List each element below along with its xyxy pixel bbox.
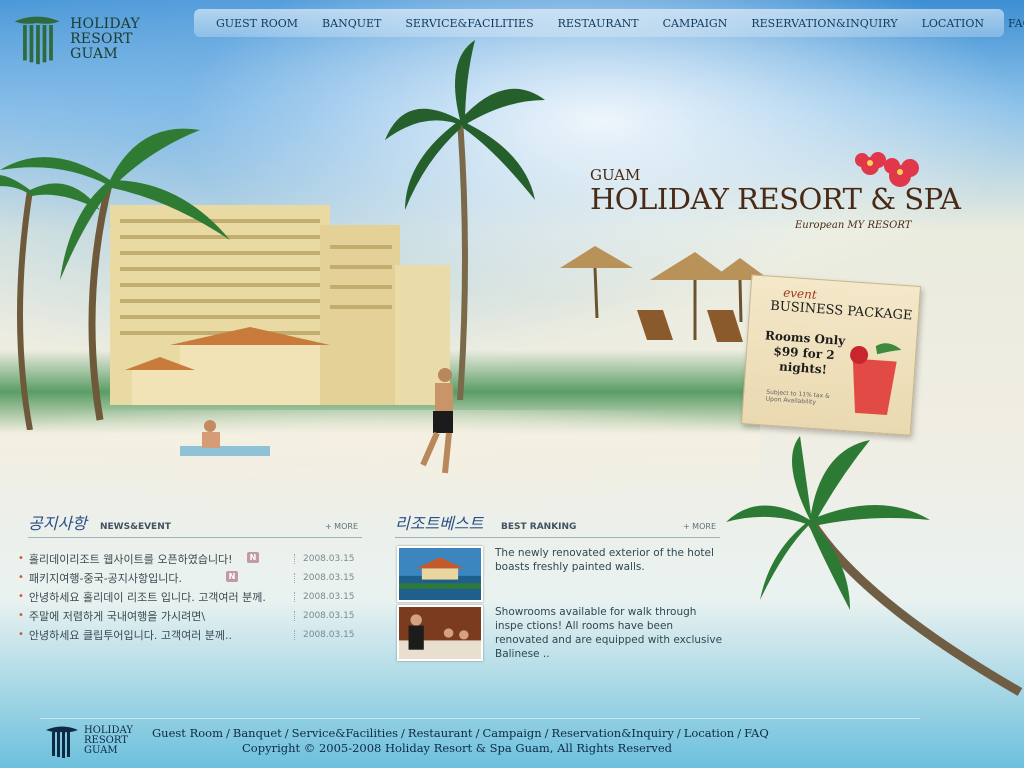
news-item[interactable]: • 패키지여행-중국-공지사항입니다. N 2008.03.15: [18, 568, 363, 587]
news-section-header: 공지사항 NEWS&EVENT + MORE: [28, 514, 362, 538]
footer-logo[interactable]: HOLIDAY RESORT GUAM: [44, 722, 134, 760]
news-item[interactable]: • 안녕하세요 홀리데이 리조트 입니다. 고객여러 분께.. 2008.03.…: [18, 587, 363, 606]
footer-separator: /: [475, 726, 480, 740]
news-title[interactable]: 안녕하세요 홀리데이 리조트 입니다. 고객여러 분께..: [29, 589, 267, 605]
brand-logo[interactable]: HOLIDAY RESORT GUAM: [10, 10, 140, 68]
ranking-item[interactable]: The newly renovated exterior of the hote…: [397, 546, 722, 602]
news-date: 2008.03.15: [294, 553, 355, 564]
logo-line-2: RESORT: [70, 30, 133, 47]
bullet-icon: •: [18, 610, 24, 621]
resort-logo-icon: [46, 726, 78, 758]
nav-campaign[interactable]: CAMPAIGN: [651, 17, 740, 30]
resort-subtitle: European MY RESORT: [795, 220, 912, 231]
business-package-promo[interactable]: event BUSINESS PACKAGE Rooms Only $99 fo…: [740, 274, 922, 436]
news-date: 2008.03.15: [294, 610, 355, 621]
ranking-more-link[interactable]: + MORE: [683, 522, 716, 531]
footer-separator: /: [284, 726, 289, 740]
ranking-text[interactable]: Showrooms available for walk through ins…: [495, 605, 725, 661]
jogger-image: [420, 368, 453, 474]
footer-link-banquet[interactable]: Banquet: [233, 726, 282, 740]
hotel-exterior-thumbnail[interactable]: [397, 546, 483, 602]
footer-link-faq[interactable]: FAQ: [744, 726, 769, 740]
ranking-heading-korean: 리조트베스트: [395, 514, 484, 533]
footer-divider: [40, 718, 920, 719]
news-date: 2008.03.15: [294, 572, 355, 583]
bullet-icon: •: [18, 553, 24, 564]
news-heading-korean: 공지사항: [28, 514, 87, 533]
nav-faq[interactable]: FAQ: [996, 17, 1024, 30]
new-badge: N: [226, 571, 238, 582]
footer-separator: /: [226, 726, 230, 740]
logo-line-1: HOLIDAY: [70, 15, 140, 32]
ranking-text[interactable]: The newly renovated exterior of the hote…: [495, 546, 725, 574]
bullet-icon: •: [18, 591, 24, 602]
ranking-heading: BEST RANKING: [501, 522, 577, 532]
ranking-section-header: 리조트베스트 BEST RANKING + MORE: [395, 514, 720, 538]
palm-tree-right-image: [726, 436, 1023, 696]
news-title[interactable]: 홀리데이리조트 웹사이트를 오픈하였습니다!: [29, 551, 267, 567]
news-item[interactable]: • 홀리데이리조트 웹사이트를 오픈하였습니다! N 2008.03.15: [18, 549, 363, 568]
footer-separator: /: [737, 726, 742, 740]
news-date: 2008.03.15: [294, 629, 355, 640]
nav-banquet[interactable]: BANQUET: [310, 17, 393, 30]
logo-line-3: GUAM: [70, 45, 118, 62]
footer-link-guest-room[interactable]: Guest Room: [152, 726, 223, 740]
cocktail-drink-icon: [850, 343, 902, 416]
palm-tree-left-image: [0, 128, 230, 430]
sunbather-image: [180, 420, 270, 456]
footer-link-restaurant[interactable]: Restaurant: [408, 726, 473, 740]
main-navigation: GUEST ROOM BANQUET SERVICE&FACILITIES RE…: [194, 9, 1024, 37]
news-title[interactable]: 주말에 저렴하게 국내여행을 가시려면\: [29, 608, 267, 624]
new-badge: N: [247, 552, 259, 563]
footer-link-service-facilities[interactable]: Service&Facilities: [292, 726, 398, 740]
showroom-dining-thumbnail[interactable]: [397, 605, 483, 661]
promo-fine-print: Subject to 11% tax & Upon Availability: [765, 388, 831, 407]
nav-restaurant[interactable]: RESTAURANT: [546, 17, 651, 30]
nav-location[interactable]: LOCATION: [910, 17, 996, 30]
hibiscus-flower-icon: [855, 152, 919, 187]
news-heading: NEWS&EVENT: [100, 522, 171, 532]
promo-offer-text: Rooms Only $99 for 2 nights!: [764, 328, 846, 377]
footer-link-location[interactable]: Location: [684, 726, 735, 740]
footer-separator: /: [676, 726, 681, 740]
resort-logo-icon: [14, 16, 60, 65]
nav-guest-room[interactable]: GUEST ROOM: [204, 17, 310, 30]
footer-separator: /: [401, 726, 405, 740]
news-more-link[interactable]: + MORE: [325, 522, 358, 531]
news-title[interactable]: 안녕하세요 클립투어입니다. 고객여러 분께..: [29, 627, 267, 643]
footer-links: Guest Room / Banquet / Service&Facilities / Re…: [152, 726, 769, 740]
news-list: • 홀리데이리조트 웹사이트를 오픈하였습니다! N 2008.03.15 • …: [18, 549, 363, 644]
news-item[interactable]: • 주말에 저렴하게 국내여행을 가시려면\ 2008.03.15: [18, 606, 363, 625]
nav-reservation-inquiry[interactable]: RESERVATION&INQUIRY: [739, 17, 909, 30]
footer-link-reservation-inquiry[interactable]: Reservation&Inquiry: [552, 726, 674, 740]
news-date: 2008.03.15: [294, 591, 355, 602]
copyright-text: Copyright © 2005-2008 Holiday Resort & S…: [242, 741, 673, 755]
logo-line-3: GUAM: [84, 745, 118, 756]
bullet-icon: •: [18, 572, 24, 583]
logo-text: HOLIDAY RESORT GUAM: [70, 15, 140, 62]
footer-link-campaign[interactable]: Campaign: [482, 726, 541, 740]
nav-service-facilities[interactable]: SERVICE&FACILITIES: [393, 17, 545, 30]
news-item[interactable]: • 안녕하세요 클립투어입니다. 고객여러 분께.. 2008.03.15: [18, 625, 363, 644]
promo-title: BUSINESS PACKAGE: [769, 298, 913, 324]
footer-logo-text: HOLIDAY RESORT GUAM: [84, 726, 133, 756]
ranking-item[interactable]: Showrooms available for walk through ins…: [397, 605, 722, 661]
footer-separator: /: [544, 726, 549, 740]
bullet-icon: •: [18, 629, 24, 640]
palm-tree-center-image: [385, 40, 545, 400]
